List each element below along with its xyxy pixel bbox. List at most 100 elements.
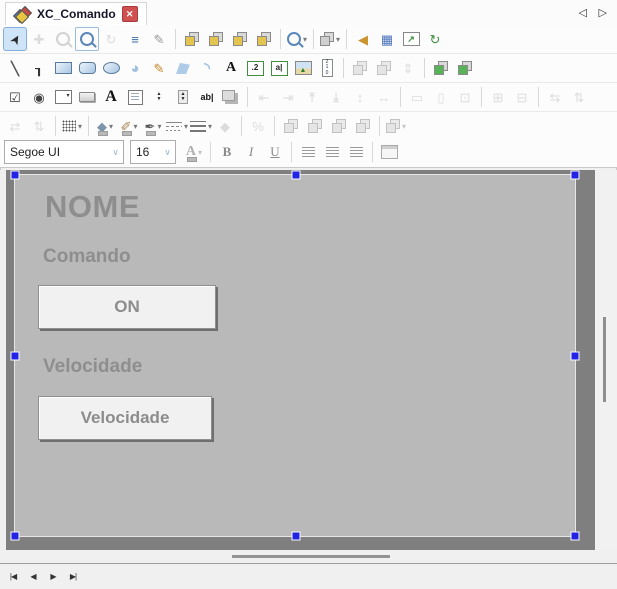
- clone-object-new-button[interactable]: [453, 56, 477, 80]
- display-value-button[interactable]: .2: [243, 56, 267, 80]
- italic-button[interactable]: I: [239, 140, 263, 164]
- align-bottom-objects-button[interactable]: ⇥: [324, 85, 348, 109]
- roundrect-tool-button[interactable]: [75, 56, 99, 80]
- grid-toggle-button[interactable]: ▾: [60, 114, 84, 138]
- speed-button[interactable]: Velocidade: [38, 396, 212, 440]
- polyline-tool-button[interactable]: ┒: [27, 56, 51, 80]
- group-objects-button[interactable]: [348, 56, 372, 80]
- previous-tab-button[interactable]: ◀: [24, 572, 42, 581]
- first-tab-button[interactable]: |◀: [4, 572, 22, 581]
- horizontal-scrollbar-thumb[interactable]: [232, 555, 390, 558]
- button-control-button[interactable]: [75, 85, 99, 109]
- query-object-button[interactable]: ▦: [375, 27, 399, 51]
- clone-object-button[interactable]: [429, 56, 453, 80]
- polygon-tool-button[interactable]: [171, 56, 195, 80]
- selection-handle-top-center[interactable]: [292, 171, 301, 180]
- group-menu-button[interactable]: ▾: [318, 27, 342, 51]
- zoom-level-button[interactable]: ▾: [285, 27, 309, 51]
- text-tool-button[interactable]: A: [219, 56, 243, 80]
- selection-handle-top-left[interactable]: [11, 171, 20, 180]
- space-across-button[interactable]: ⇆: [543, 85, 567, 109]
- fill-effects-button[interactable]: ◆: [213, 114, 237, 138]
- command-label[interactable]: Comando: [43, 246, 131, 268]
- tab-scroll-left-button[interactable]: ◁: [579, 6, 587, 19]
- align-left-objects-button[interactable]: ⇤: [252, 85, 276, 109]
- underline-button[interactable]: U: [263, 140, 287, 164]
- align-top-objects-button[interactable]: ⇤: [300, 85, 324, 109]
- text-align-center-button[interactable]: [320, 140, 344, 164]
- chart-object-button[interactable]: ↗: [399, 27, 423, 51]
- speed-label[interactable]: Velocidade: [43, 356, 142, 378]
- center-horizontal-window-button[interactable]: ⊞: [486, 85, 510, 109]
- zoom-area-tool-button[interactable]: [75, 27, 99, 51]
- on-button[interactable]: ON: [38, 285, 216, 329]
- nudge-horizontal-button[interactable]: ⇄: [3, 114, 27, 138]
- line-color-button[interactable]: ✒▾: [141, 114, 165, 138]
- edit-vertices-button[interactable]: ✎: [147, 27, 171, 51]
- next-tab-button[interactable]: ▶: [44, 572, 62, 581]
- rectangle-tool-button[interactable]: [51, 56, 75, 80]
- checkbox-control-button[interactable]: ☑: [3, 85, 27, 109]
- tab-scroll-right-button[interactable]: ▷: [599, 6, 607, 19]
- ungroup-objects-button[interactable]: [372, 56, 396, 80]
- horizontal-scrollbar[interactable]: [0, 550, 617, 563]
- slider-control-button[interactable]: ▲ ▼: [171, 85, 195, 109]
- percent-visibility-button[interactable]: %: [246, 114, 270, 138]
- picture-object-button[interactable]: ▲: [291, 56, 315, 80]
- document-tab-xc-comando[interactable]: XC_Comando ✕: [5, 2, 147, 25]
- line-style-button[interactable]: ▾: [165, 114, 189, 138]
- arc-tool-button[interactable]: ◝: [195, 56, 219, 80]
- same-size-button[interactable]: ⊡: [453, 85, 477, 109]
- same-height-button[interactable]: ▯: [429, 85, 453, 109]
- center-horizontally-button[interactable]: ↔: [372, 85, 396, 109]
- selection-handle-bottom-right[interactable]: [571, 532, 580, 541]
- brush-style-button[interactable]: ✐▾: [117, 114, 141, 138]
- combobox-control-button[interactable]: [51, 85, 75, 109]
- rotate-tool-button[interactable]: ↻: [99, 27, 123, 51]
- bring-to-front-button[interactable]: [180, 27, 204, 51]
- frame-control-button[interactable]: [219, 85, 243, 109]
- text-align-left-button[interactable]: [296, 140, 320, 164]
- fill-color-button[interactable]: ◆▾: [93, 114, 117, 138]
- alarm-object-button[interactable]: ◀: [351, 27, 375, 51]
- form-title-text[interactable]: NOME: [45, 189, 140, 225]
- edit-control-button[interactable]: ab|: [195, 85, 219, 109]
- send-backward-button[interactable]: [252, 27, 276, 51]
- ellipse-tool-button[interactable]: [99, 56, 123, 80]
- line-tool-button[interactable]: ╲: [3, 56, 27, 80]
- scale-object-button[interactable]: 2 1 0: [315, 56, 339, 80]
- zoom-tool-button[interactable]: [51, 27, 75, 51]
- selection-handle-bottom-left[interactable]: [11, 532, 20, 541]
- align-right-objects-button[interactable]: ⇥: [276, 85, 300, 109]
- selection-handle-bottom-center[interactable]: [292, 532, 301, 541]
- level-menu-button[interactable]: ▾: [384, 114, 408, 138]
- font-size-combobox[interactable]: 16 ∨: [130, 140, 176, 164]
- bring-forward-button[interactable]: [228, 27, 252, 51]
- playback-object-button[interactable]: ↻: [423, 27, 447, 51]
- send-to-back-button[interactable]: [204, 27, 228, 51]
- textbox-control-button[interactable]: a|: [267, 56, 291, 80]
- flip-vertical-button[interactable]: ⇕: [396, 56, 420, 80]
- label-control-button[interactable]: A: [99, 85, 123, 109]
- last-tab-button[interactable]: ▶|: [64, 572, 82, 581]
- listbox-control-button[interactable]: [123, 85, 147, 109]
- pencil-tool-button[interactable]: ✎: [147, 56, 171, 80]
- screen-form[interactable]: NOME Comando ON Velocidade Velocidade: [15, 175, 575, 536]
- center-vertical-window-button[interactable]: ⊟: [510, 85, 534, 109]
- radio-control-button[interactable]: ◉: [27, 85, 51, 109]
- text-align-right-button[interactable]: [344, 140, 368, 164]
- updown-control-button[interactable]: ▲ ▼: [147, 85, 171, 109]
- pie-tool-button[interactable]: ◕: [123, 56, 147, 80]
- font-color-button[interactable]: A ▾: [182, 140, 206, 164]
- same-width-button[interactable]: ▭: [405, 85, 429, 109]
- font-family-combobox[interactable]: Segoe UI ∨: [4, 140, 124, 164]
- nudge-vertical-button[interactable]: ⇅: [27, 114, 51, 138]
- tab-order-button[interactable]: ≡: [123, 27, 147, 51]
- center-vertically-button[interactable]: ↕: [348, 85, 372, 109]
- level-up-button[interactable]: [279, 114, 303, 138]
- select-tool-button[interactable]: ➤: [3, 27, 27, 51]
- fit-text-button[interactable]: [377, 140, 401, 164]
- vertical-scrollbar[interactable]: [595, 170, 617, 550]
- level-front-button[interactable]: [327, 114, 351, 138]
- pan-tool-button[interactable]: ✚: [27, 27, 51, 51]
